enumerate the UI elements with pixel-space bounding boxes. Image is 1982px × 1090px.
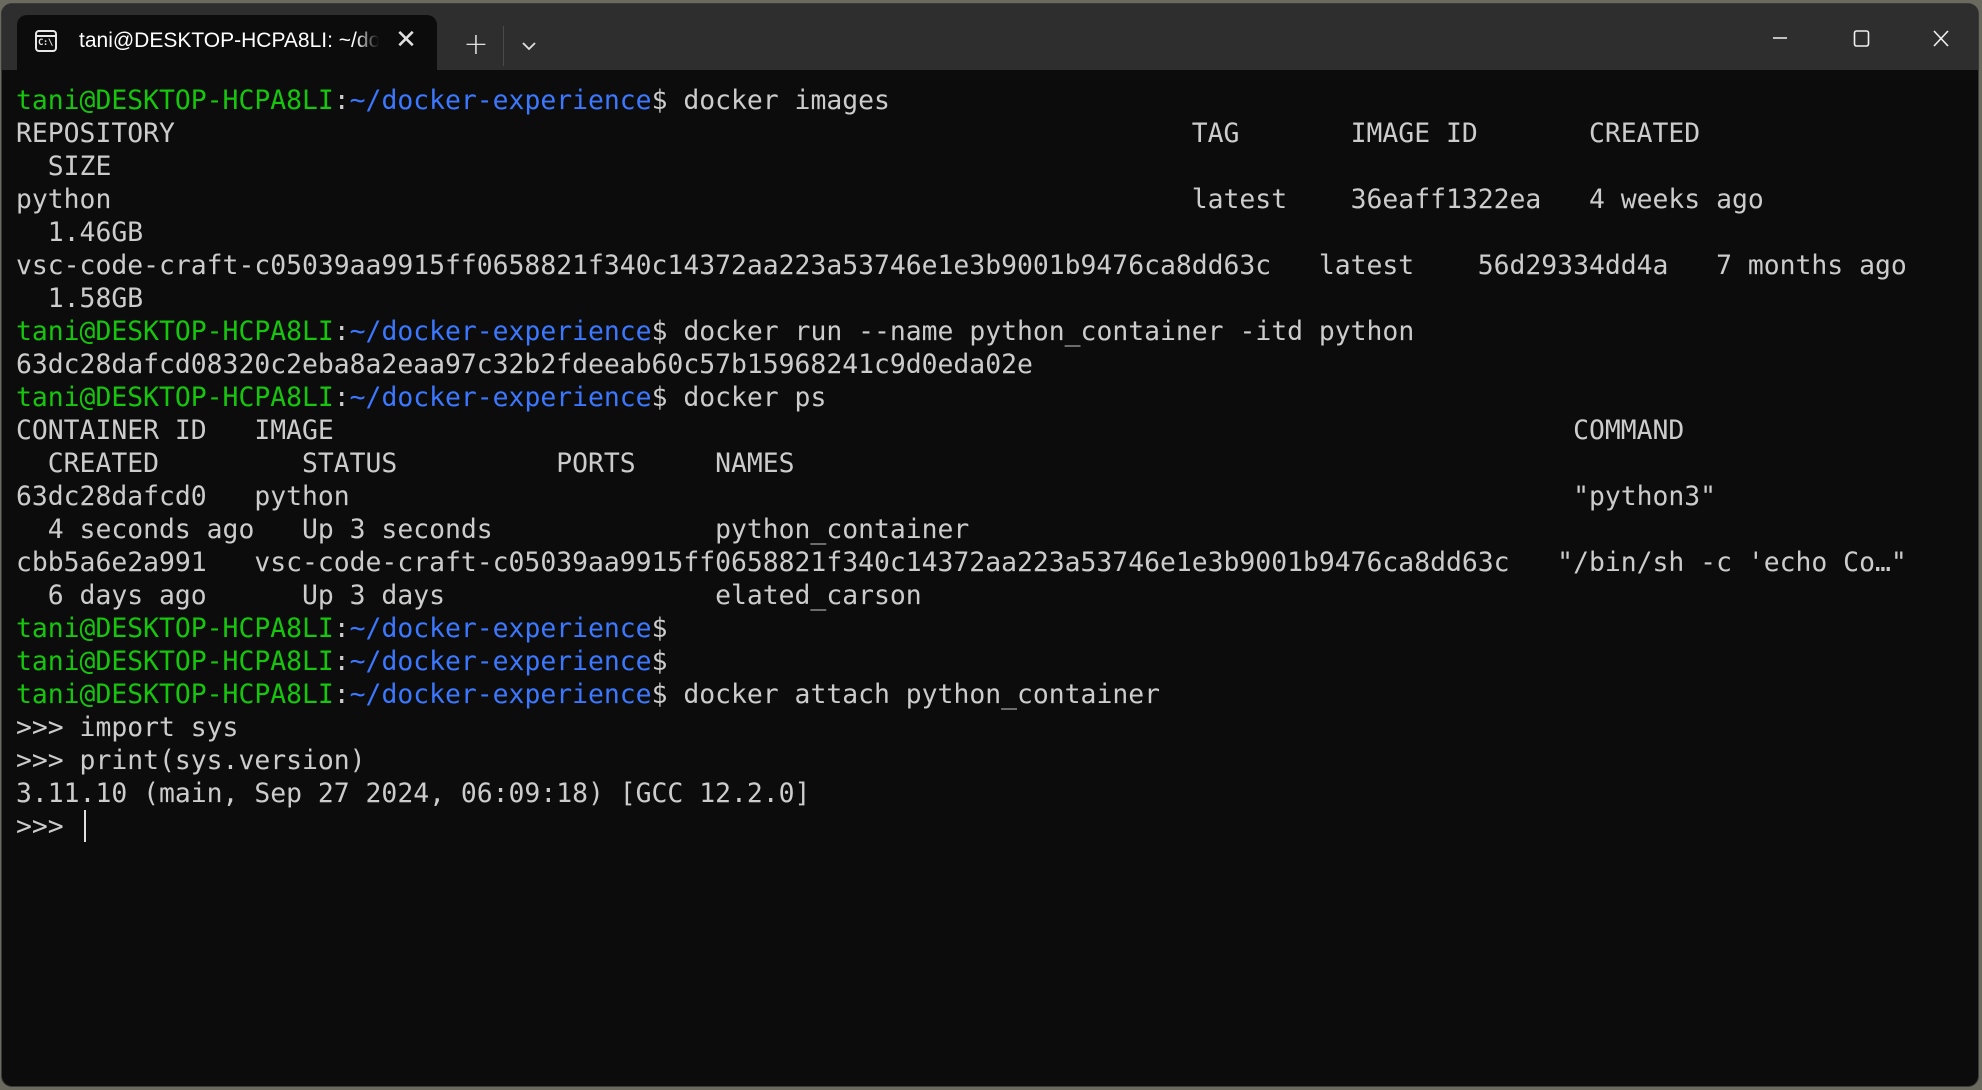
prompt-separator: :: [333, 382, 350, 413]
output-text: 4 seconds ago Up 3 seconds python_contai…: [16, 514, 970, 545]
output-line: 1.46GB: [16, 216, 1978, 249]
tab-dropdown-button[interactable]: [514, 30, 544, 62]
output-line: 3.11.10 (main, Sep 27 2024, 06:09:18) [G…: [16, 777, 1978, 810]
output-line: 63dc28dafcd0 python "python3": [16, 480, 1978, 513]
prompt-symbol: $: [651, 316, 668, 347]
output-line: cbb5a6e2a991 vsc-code-craft-c05039aa9915…: [16, 546, 1978, 579]
output-line: python latest 36eaff1322ea 4 weeks ago: [16, 183, 1978, 216]
prompt-user-host: tani@DESKTOP-HCPA8LI: [16, 613, 334, 644]
prompt-separator: :: [333, 613, 350, 644]
close-window-button[interactable]: [1921, 22, 1961, 54]
output-line: >>> print(sys.version): [16, 744, 1978, 777]
prompt-user-host: tani@DESKTOP-HCPA8LI: [16, 679, 334, 710]
output-text: CREATED STATUS PORTS NAMES: [16, 448, 795, 479]
output-text: 63dc28dafcd0 python "python3": [16, 481, 1717, 512]
prompt-separator: :: [333, 679, 350, 710]
output-line: SIZE: [16, 150, 1978, 183]
prompt-path: ~/docker-experience: [349, 679, 652, 710]
prompt-separator: :: [333, 646, 350, 677]
output-text: 6 days ago Up 3 days elated_carson: [16, 580, 922, 611]
tab-title: tani@DESKTOP-HCPA8LI: ~/docker-experienc…: [79, 29, 379, 52]
title-bar: C:\ tani@DESKTOP-HCPA8LI: ~/docker-exper…: [2, 4, 1978, 71]
output-line: >>> import sys: [16, 711, 1978, 744]
output-line: CONTAINER ID IMAGE COMMAND: [16, 414, 1978, 447]
tab-separator: [503, 26, 504, 66]
prompt-symbol: $: [651, 679, 668, 710]
prompt-line: tani@DESKTOP-HCPA8LI:~/docker-experience…: [16, 612, 1978, 645]
prompt-user-host: tani@DESKTOP-HCPA8LI: [16, 646, 334, 677]
output-line: REPOSITORY TAG IMAGE ID CREATED: [16, 117, 1978, 150]
input-line: >>>: [16, 810, 1978, 843]
output-text: 1.46GB: [16, 217, 144, 248]
repl-prompt: >>>: [16, 811, 80, 842]
prompt-line: tani@DESKTOP-HCPA8LI:~/docker-experience…: [16, 645, 1978, 678]
prompt-path: ~/docker-experience: [349, 85, 652, 116]
terminal-output[interactable]: tani@DESKTOP-HCPA8LI:~/docker-experience…: [16, 84, 1978, 843]
prompt-symbol: $: [651, 85, 668, 116]
minimize-icon: [1773, 37, 1787, 39]
output-text: 1.58GB: [16, 283, 144, 314]
maximize-button[interactable]: [1841, 22, 1881, 54]
output-text: CONTAINER ID IMAGE COMMAND: [16, 415, 1685, 446]
close-icon: [1933, 30, 1949, 47]
output-line: 6 days ago Up 3 days elated_carson: [16, 579, 1978, 612]
output-text: cbb5a6e2a991 vsc-code-craft-c05039aa9915…: [16, 547, 1907, 578]
output-text: 3.11.10 (main, Sep 27 2024, 06:09:18) [G…: [16, 778, 811, 809]
prompt-line: tani@DESKTOP-HCPA8LI:~/docker-experience…: [16, 84, 1978, 117]
prompt-line: tani@DESKTOP-HCPA8LI:~/docker-experience…: [16, 678, 1978, 711]
output-line: 1.58GB: [16, 282, 1978, 315]
output-line: 4 seconds ago Up 3 seconds python_contai…: [16, 513, 1978, 546]
command-text: docker run --name python_container -itd …: [667, 316, 1415, 347]
output-text: SIZE: [16, 151, 112, 182]
chevron-down-icon: [522, 42, 536, 51]
output-text: >>> import sys: [16, 712, 239, 743]
prompt-user-host: tani@DESKTOP-HCPA8LI: [16, 316, 334, 347]
output-line: vsc-code-craft-c05039aa9915ff0658821f340…: [16, 249, 1978, 282]
output-text: vsc-code-craft-c05039aa9915ff0658821f340…: [16, 250, 1907, 281]
output-line: 63dc28dafcd08320c2eba8a2eaa97c32b2fdeeab…: [16, 348, 1978, 381]
tab-close-button[interactable]: ✕: [391, 25, 421, 55]
command-text: docker ps: [667, 382, 827, 413]
prompt-line: tani@DESKTOP-HCPA8LI:~/docker-experience…: [16, 381, 1978, 414]
output-text: REPOSITORY TAG IMAGE ID CREATED: [16, 118, 1701, 149]
prompt-symbol: $: [651, 613, 668, 644]
prompt-symbol: $: [651, 382, 668, 413]
output-line: CREATED STATUS PORTS NAMES: [16, 447, 1978, 480]
new-tab-button[interactable]: +: [458, 28, 494, 64]
prompt-user-host: tani@DESKTOP-HCPA8LI: [16, 382, 334, 413]
minimize-button[interactable]: [1760, 22, 1800, 54]
maximize-icon: [1853, 30, 1870, 47]
prompt-separator: :: [333, 85, 350, 116]
prompt-path: ~/docker-experience: [349, 646, 652, 677]
output-text: python latest 36eaff1322ea 4 weeks ago: [16, 184, 1764, 215]
terminal-window: C:\ tani@DESKTOP-HCPA8LI: ~/docker-exper…: [2, 4, 1978, 1086]
terminal-icon: C:\: [35, 30, 57, 52]
text-cursor[interactable]: [83, 810, 86, 842]
output-text: >>> print(sys.version): [16, 745, 366, 776]
command-text: docker attach python_container: [667, 679, 1160, 710]
prompt-path: ~/docker-experience: [349, 613, 652, 644]
output-text: 63dc28dafcd08320c2eba8a2eaa97c32b2fdeeab…: [16, 349, 1033, 380]
prompt-separator: :: [333, 316, 350, 347]
tab-terminal[interactable]: C:\ tani@DESKTOP-HCPA8LI: ~/docker-exper…: [17, 15, 437, 71]
prompt-line: tani@DESKTOP-HCPA8LI:~/docker-experience…: [16, 315, 1978, 348]
prompt-path: ~/docker-experience: [349, 382, 652, 413]
prompt-user-host: tani@DESKTOP-HCPA8LI: [16, 85, 334, 116]
prompt-path: ~/docker-experience: [349, 316, 652, 347]
prompt-symbol: $: [651, 646, 668, 677]
command-text: docker images: [667, 85, 890, 116]
